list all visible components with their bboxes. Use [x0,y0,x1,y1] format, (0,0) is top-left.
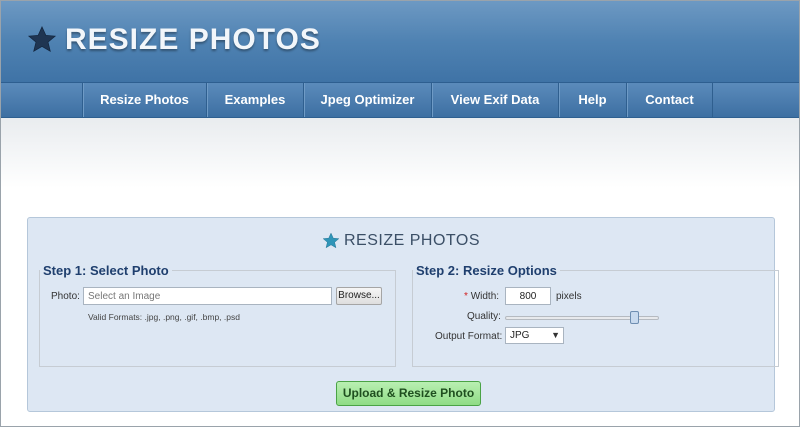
width-label-text: Width: [470,291,500,302]
main-nav: Resize Photos Examples Jpeg Optimizer Vi… [1,82,799,118]
nav-list: Resize Photos Examples Jpeg Optimizer Vi… [82,83,713,117]
width-label: * Width: [464,291,499,302]
star-icon [322,232,340,249]
quality-slider-thumb[interactable] [629,311,639,324]
nav-item-view-exif-data[interactable]: View Exif Data [432,83,559,117]
quality-label: Quality: [467,311,501,322]
width-input[interactable]: 800 [505,287,551,305]
output-format-value: JPG [510,330,530,341]
resize-panel: RESIZE PHOTOS Step 1: Select Photo Photo… [27,217,779,412]
site-logo-text: RESIZE PHOTOS [65,23,321,56]
nav-item-resize-photos[interactable]: Resize Photos [83,83,207,117]
valid-formats-hint: Valid Formats: .jpg, .png, .gif, .bmp, .… [88,312,240,322]
nav-item-help[interactable]: Help [559,83,627,117]
photo-file-input[interactable]: Select an Image [83,287,332,305]
panel-title: RESIZE PHOTOS [28,232,774,250]
site-header: RESIZE PHOTOS [1,1,799,82]
step1-legend: Step 1: Select Photo [43,263,169,278]
output-format-select[interactable]: JPG ▼ [505,327,564,344]
step2-group: Step 2: Resize Options * Width: 800 pixe… [412,263,779,367]
output-format-label: Output Format: [435,331,503,342]
header-shadow [1,118,799,188]
browse-button[interactable]: Browse... [336,287,382,305]
upload-resize-button[interactable]: Upload & Resize Photo [336,381,481,406]
required-mark: * [464,291,468,302]
chevron-down-icon: ▼ [551,330,560,340]
nav-item-contact[interactable]: Contact [627,83,713,117]
photo-label: Photo: [51,291,80,302]
site-logo[interactable]: RESIZE PHOTOS [27,23,321,57]
nav-item-jpeg-optimizer[interactable]: Jpeg Optimizer [304,83,432,117]
step1-group: Step 1: Select Photo Photo: Select an Im… [39,263,396,367]
panel-title-text: RESIZE PHOTOS [343,232,480,249]
nav-item-examples[interactable]: Examples [207,83,304,117]
star-icon [27,25,57,53]
width-unit: pixels [556,291,582,302]
step2-legend: Step 2: Resize Options [416,263,557,278]
